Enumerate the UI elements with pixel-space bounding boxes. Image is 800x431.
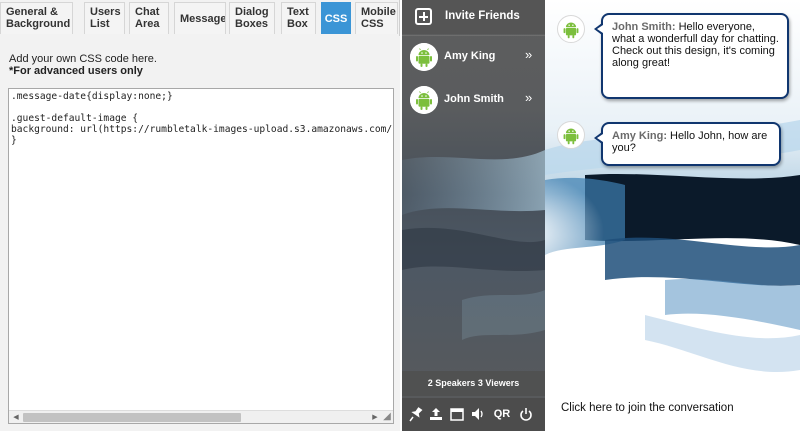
speakers-count: 2 xyxy=(427,378,433,388)
tab-bar: General & Background Users List Chat Are… xyxy=(0,0,400,36)
pin-icon[interactable] xyxy=(409,406,423,422)
viewers-label: Viewers xyxy=(485,378,520,388)
join-conversation-button[interactable]: Click here to join the conversation xyxy=(545,393,800,431)
chat-area: John Smith: Hello everyone, what a wonder… xyxy=(545,0,800,431)
editor-body: Add your own CSS code here. *For advance… xyxy=(0,36,400,431)
resize-grip-icon[interactable]: ◢ xyxy=(381,411,393,423)
viewers-count: 3 xyxy=(477,378,483,388)
android-avatar-icon xyxy=(410,43,438,71)
user-row-amy-king[interactable]: Amy King » xyxy=(402,36,545,78)
android-avatar-icon xyxy=(557,15,585,43)
tab-css[interactable]: CSS xyxy=(321,2,351,34)
invite-friends-button[interactable]: Invite Friends xyxy=(402,0,545,34)
css-code-textarea[interactable]: .message-date{display:none;} .guest-defa… xyxy=(8,88,394,424)
power-icon[interactable] xyxy=(519,406,533,422)
qr-icon[interactable]: QR xyxy=(492,406,512,422)
android-avatar-icon xyxy=(557,121,585,149)
scroll-right-icon[interactable]: ▶ xyxy=(369,412,381,423)
user-row-john-smith[interactable]: John Smith » xyxy=(402,79,545,121)
user-name: Amy King xyxy=(444,50,496,62)
tab-general-background[interactable]: General & Background xyxy=(0,2,73,34)
css-editor-panel: General & Background Users List Chat Are… xyxy=(0,0,400,431)
speakers-viewers-count: 2 Speakers 3 Viewers xyxy=(402,371,545,396)
users-sidebar: Invite Friends Amy King » John Smith » 2… xyxy=(402,0,545,431)
scrollbar-thumb[interactable] xyxy=(23,413,241,422)
speakers-label: Speakers xyxy=(435,378,476,388)
bubble-tail-inner xyxy=(597,25,603,33)
android-avatar-icon xyxy=(410,86,438,114)
message-author: John Smith: xyxy=(612,21,676,33)
double-chevron-right-icon[interactable]: » xyxy=(525,90,532,105)
plus-icon xyxy=(415,8,432,25)
tab-users-list[interactable]: Users List xyxy=(84,2,125,34)
instruction-text: Add your own CSS code here. xyxy=(9,53,157,65)
window-icon[interactable] xyxy=(450,406,464,422)
volume-icon[interactable] xyxy=(471,406,485,422)
double-chevron-right-icon[interactable]: » xyxy=(525,47,532,62)
user-name: John Smith xyxy=(444,93,504,105)
tab-chat-area[interactable]: Chat Area xyxy=(129,2,169,34)
tab-mobile-css[interactable]: Mobile CSS xyxy=(355,2,398,34)
chat-message: John Smith: Hello everyone, what a wonder… xyxy=(594,13,789,99)
advanced-users-warning: *For advanced users only xyxy=(9,65,143,77)
css-code-content[interactable]: .message-date{display:none;} .guest-defa… xyxy=(11,91,392,146)
sidebar-toolbar: QR xyxy=(402,398,545,431)
bubble-tail-inner xyxy=(597,134,603,142)
css-instructions: Add your own CSS code here. *For advance… xyxy=(9,53,157,77)
tab-dialog-boxes[interactable]: Dialog Boxes xyxy=(229,2,275,34)
scroll-left-icon[interactable]: ◀ xyxy=(10,412,22,423)
horizontal-scrollbar[interactable]: ◀ ▶ xyxy=(9,410,393,423)
upload-icon[interactable] xyxy=(429,406,443,422)
message-author: Amy King: xyxy=(612,130,667,142)
tab-text-box[interactable]: Text Box xyxy=(281,2,316,34)
chat-message: Amy King: Hello John, how are you? xyxy=(594,122,781,166)
join-conversation-label: Click here to join the conversation xyxy=(561,402,734,414)
invite-friends-label: Invite Friends xyxy=(445,10,520,22)
tab-message[interactable]: Message xyxy=(174,2,226,34)
